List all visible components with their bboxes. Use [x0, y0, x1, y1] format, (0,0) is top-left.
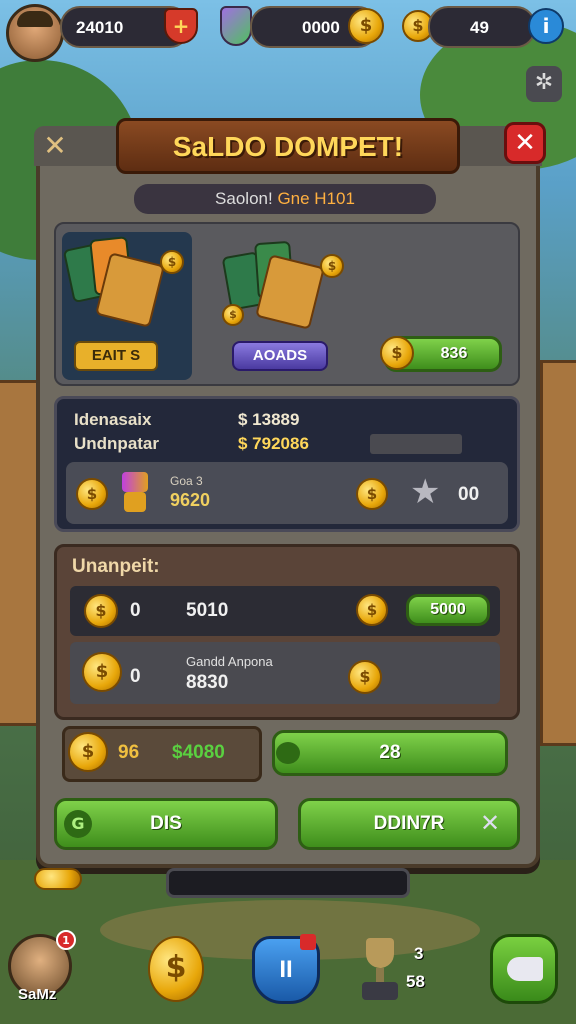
stats-row1-label: Idenasaix: [74, 410, 152, 429]
wrench-icon: ✕: [480, 809, 501, 837]
horn-icon: [507, 957, 543, 981]
tx1-coin-icon: $: [84, 594, 118, 628]
stats-progress-bar: [370, 434, 462, 454]
player-value: 24010: [76, 18, 124, 37]
right-action-label: DDIN7R: [373, 813, 445, 834]
stats-coin-icon: $: [76, 478, 108, 510]
tx1-button[interactable]: 5000: [406, 594, 490, 626]
stats-star-value: 00: [458, 484, 480, 505]
tx1-count: 0: [130, 600, 141, 621]
stats-item-value: 9620: [170, 490, 211, 510]
tx2-coin2-icon: $: [348, 660, 382, 694]
settings-gear-icon[interactable]: ✲: [526, 66, 562, 102]
dialog-footer-bar: [166, 868, 410, 898]
stats-row2-label: Undnpatar: [74, 434, 159, 453]
stats-coin2-icon: $: [356, 478, 388, 510]
gem-icon: [220, 6, 252, 46]
pack2-coin2-icon: $: [222, 304, 244, 326]
shield-badge-icon: [300, 934, 316, 950]
tx2-label: Gandd Anpona: [186, 654, 273, 669]
star-icon: ★: [410, 472, 441, 512]
dialog-title: SaLDO DOMPET!: [116, 118, 460, 174]
coin-buy-icon: $: [380, 336, 414, 370]
stats-item-title: Goa 3: [170, 474, 203, 488]
reward-pack-2[interactable]: $ $: [220, 236, 350, 340]
pack1-coin-icon: $: [160, 250, 184, 274]
coin-value: 49: [470, 18, 489, 37]
total-count: 96: [118, 742, 140, 763]
tx1-coin2-icon: $: [356, 594, 388, 626]
stats-row2-value: $ 792086: [238, 434, 309, 453]
total-amount: $4080: [172, 742, 225, 763]
subtitle-main: Saolon!: [215, 189, 278, 208]
coin-buy-value: 836: [440, 345, 468, 362]
left-action-label: DIS: [150, 813, 182, 834]
tx2-coin-icon: $: [82, 652, 122, 692]
stats-row1-value: $ 13889: [238, 410, 300, 429]
total-button-toggle-icon: [276, 742, 300, 764]
bottom-green-hex-button[interactable]: [490, 934, 558, 1004]
bottom-avatar-label: SaMz: [18, 986, 57, 1003]
subtitle-accent: Gne H101: [277, 189, 355, 208]
gem-value: 0000: [302, 18, 340, 37]
close-left-icon[interactable]: ✕: [36, 128, 74, 164]
close-button[interactable]: ✕: [504, 122, 546, 164]
transactions-header: Unanpeit:: [72, 556, 160, 577]
total-button[interactable]: 28: [272, 730, 508, 776]
avatar-hair: [17, 11, 53, 27]
notification-badge: 1: [56, 930, 76, 950]
pack1-button[interactable]: EAIT S: [74, 341, 158, 371]
tx1-amount: 5010: [186, 600, 229, 621]
coin-icon: $: [348, 8, 384, 44]
dialog-subtitle: Saolon! Gne H101: [134, 184, 436, 214]
bottom-shield-label: II: [279, 956, 293, 983]
stats-gem-stack-icon: [120, 472, 150, 514]
coin-value-bar: 49: [428, 6, 536, 48]
trophy-count: 3: [414, 944, 424, 963]
trophy-value: 58: [406, 972, 425, 991]
total-coin-icon: $: [68, 732, 108, 772]
add-shield-icon[interactable]: +: [164, 8, 198, 44]
pack2-coin-icon: $: [320, 254, 344, 278]
bottom-coin-button[interactable]: $: [148, 936, 204, 1002]
player-avatar[interactable]: [6, 4, 64, 62]
pack2-button[interactable]: AOADS: [232, 341, 328, 371]
trophy-icon[interactable]: [362, 938, 398, 1004]
tx2-count: 0: [130, 666, 141, 687]
total-button-value: 28: [379, 742, 401, 763]
tx2-amount: 8830: [186, 672, 229, 693]
left-action-g-icon: G: [64, 810, 92, 838]
ground-coin-icon: [34, 868, 82, 890]
info-icon[interactable]: i: [528, 8, 564, 44]
